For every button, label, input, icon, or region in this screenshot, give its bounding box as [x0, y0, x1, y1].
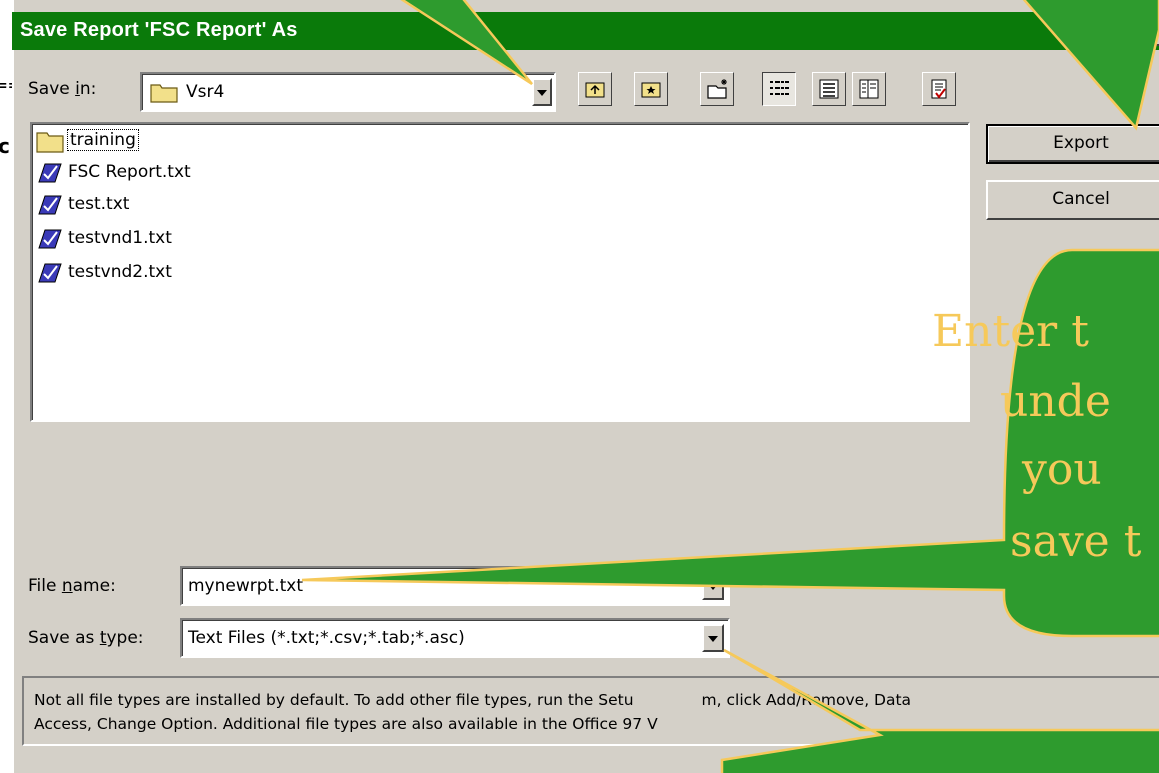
- callout-overlay: Enter t unde you save t: [301, 0, 1159, 773]
- callout-top-right: [1022, 0, 1159, 131]
- screen: == c Save Report 'FSC Report' As X Save …: [0, 0, 1159, 773]
- callout-text-line-4: save t: [1010, 516, 1142, 567]
- callout-text-line-3: you: [1021, 444, 1102, 495]
- callout-text-line-1: Enter t: [932, 306, 1089, 357]
- callout-top-left: [400, 0, 533, 86]
- callout-bottom-right: [720, 648, 1159, 773]
- callout-text-line-2: unde: [1000, 376, 1111, 427]
